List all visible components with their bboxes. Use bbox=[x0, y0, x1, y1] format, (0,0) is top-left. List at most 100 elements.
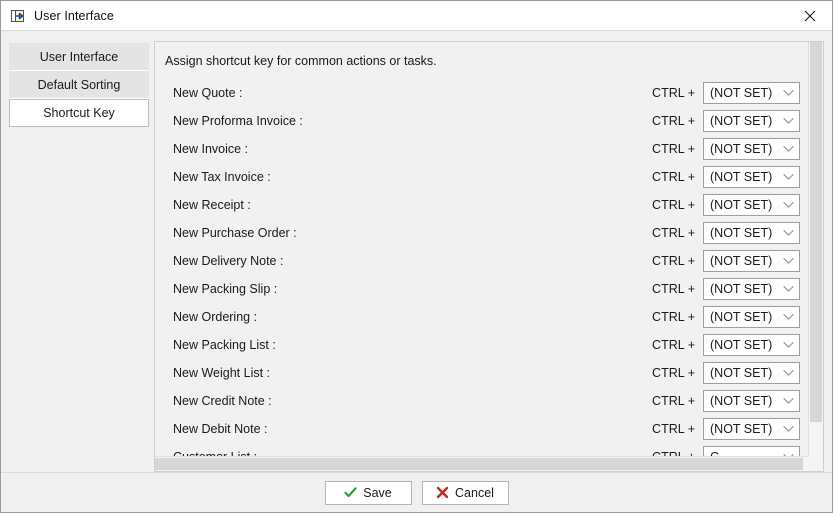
shortcut-key-select[interactable]: (NOT SET) bbox=[703, 222, 800, 244]
shortcut-key-select-value: (NOT SET) bbox=[710, 170, 773, 184]
modifier-label: CTRL + bbox=[652, 338, 695, 352]
shortcut-row-control: CTRL + (NOT SET) bbox=[652, 334, 800, 356]
modifier-label: CTRL + bbox=[652, 310, 695, 324]
chevron-down-icon bbox=[781, 229, 795, 237]
dialog-body: User Interface Default Sorting Shortcut … bbox=[1, 31, 832, 472]
shortcut-key-select[interactable]: (NOT SET) bbox=[703, 278, 800, 300]
shortcut-key-select-value: (NOT SET) bbox=[710, 310, 773, 324]
shortcut-key-select[interactable]: (NOT SET) bbox=[703, 138, 800, 160]
sidebar-item-user-interface[interactable]: User Interface bbox=[9, 43, 149, 71]
sidebar-item-shortcut-key[interactable]: Shortcut Key bbox=[9, 99, 149, 127]
shortcut-key-select[interactable]: (NOT SET) bbox=[703, 418, 800, 440]
shortcut-row-control: CTRL + (NOT SET) bbox=[652, 138, 800, 160]
shortcut-key-select[interactable]: (NOT SET) bbox=[703, 194, 800, 216]
modifier-label: CTRL + bbox=[652, 366, 695, 380]
window-title: User Interface bbox=[34, 8, 114, 23]
shortcut-row-label: New Quote : bbox=[173, 86, 243, 100]
sidebar-tabs: User Interface Default Sorting Shortcut … bbox=[9, 41, 149, 472]
save-button-label: Save bbox=[363, 485, 392, 500]
dialog-footer: Save Cancel bbox=[1, 472, 832, 512]
shortcut-key-select-value: (NOT SET) bbox=[710, 282, 773, 296]
shortcut-row-control: CTRL + (NOT SET) bbox=[652, 166, 800, 188]
shortcut-row: New Weight List : CTRL + (NOT SET) bbox=[155, 359, 808, 387]
shortcut-row-control: CTRL + (NOT SET) bbox=[652, 362, 800, 384]
save-button[interactable]: Save bbox=[324, 480, 412, 505]
shortcut-row: New Packing Slip : CTRL + (NOT SET) bbox=[155, 275, 808, 303]
shortcut-row: New Delivery Note : CTRL + (NOT SET) bbox=[155, 247, 808, 275]
shortcut-row-label: New Credit Note : bbox=[173, 394, 272, 408]
chevron-down-icon bbox=[781, 425, 795, 433]
cancel-button[interactable]: Cancel bbox=[421, 480, 509, 505]
shortcut-row: New Receipt : CTRL + (NOT SET) bbox=[155, 191, 808, 219]
shortcut-key-select[interactable]: (NOT SET) bbox=[703, 334, 800, 356]
shortcut-row-control: CTRL + (NOT SET) bbox=[652, 306, 800, 328]
chevron-down-icon bbox=[781, 201, 795, 209]
modifier-label: CTRL + bbox=[652, 422, 695, 436]
shortcut-rows: New Quote : CTRL + (NOT SET) New Proforma I… bbox=[155, 68, 808, 456]
shortcut-key-select[interactable]: (NOT SET) bbox=[703, 110, 800, 132]
modifier-label: CTRL + bbox=[652, 226, 695, 240]
user-interface-dialog: User Interface User Interface Default So… bbox=[0, 0, 833, 513]
modifier-label: CTRL + bbox=[652, 86, 695, 100]
chevron-down-icon bbox=[781, 397, 795, 405]
shortcut-key-select[interactable]: C bbox=[703, 446, 800, 456]
modifier-label: CTRL + bbox=[652, 114, 695, 128]
chevron-down-icon bbox=[781, 341, 795, 349]
chevron-down-icon bbox=[781, 257, 795, 265]
shortcut-row-control: CTRL + (NOT SET) bbox=[652, 250, 800, 272]
shortcut-row-label: New Weight List : bbox=[173, 366, 271, 380]
shortcut-key-select-value: (NOT SET) bbox=[710, 226, 773, 240]
chevron-down-icon bbox=[781, 313, 795, 321]
shortcut-key-select[interactable]: (NOT SET) bbox=[703, 390, 800, 412]
shortcut-key-select-value: (NOT SET) bbox=[710, 394, 773, 408]
shortcut-key-select-value: (NOT SET) bbox=[710, 114, 773, 128]
cancel-button-label: Cancel bbox=[455, 485, 494, 500]
shortcut-row: New Quote : CTRL + (NOT SET) bbox=[155, 79, 808, 107]
sidebar-item-label: Default Sorting bbox=[37, 78, 121, 92]
shortcut-key-select-value: (NOT SET) bbox=[710, 338, 773, 352]
shortcut-key-select-value: (NOT SET) bbox=[710, 366, 773, 380]
modifier-label: CTRL + bbox=[652, 142, 695, 156]
vertical-scrollbar-thumb[interactable] bbox=[810, 42, 822, 422]
shortcut-row-label: New Invoice : bbox=[173, 142, 249, 156]
panel-content: Assign shortcut key for common actions o… bbox=[155, 42, 808, 456]
shortcut-row-label: New Ordering : bbox=[173, 310, 258, 324]
sidebar-item-default-sorting[interactable]: Default Sorting bbox=[9, 71, 149, 99]
sidebar-item-label: Shortcut Key bbox=[43, 106, 115, 120]
shortcut-key-select[interactable]: (NOT SET) bbox=[703, 82, 800, 104]
shortcut-row-label: New Purchase Order : bbox=[173, 226, 297, 240]
shortcut-row-control: CTRL + (NOT SET) bbox=[652, 390, 800, 412]
shortcut-row-control: CTRL + (NOT SET) bbox=[652, 222, 800, 244]
shortcut-key-select-value: (NOT SET) bbox=[710, 198, 773, 212]
shortcut-row: New Invoice : CTRL + (NOT SET) bbox=[155, 135, 808, 163]
modifier-label: CTRL + bbox=[652, 394, 695, 408]
chevron-down-icon bbox=[781, 173, 795, 181]
modifier-label: CTRL + bbox=[652, 170, 695, 184]
shortcut-row-label: New Packing Slip : bbox=[173, 282, 278, 296]
modifier-label: CTRL + bbox=[652, 282, 695, 296]
vertical-scrollbar[interactable] bbox=[808, 42, 823, 456]
shortcut-row: New Tax Invoice : CTRL + (NOT SET) bbox=[155, 163, 808, 191]
shortcut-key-select-value: (NOT SET) bbox=[710, 422, 773, 436]
close-icon[interactable] bbox=[788, 1, 832, 30]
chevron-down-icon bbox=[781, 285, 795, 293]
shortcut-row-label: New Packing List : bbox=[173, 338, 276, 352]
horizontal-scrollbar-thumb[interactable] bbox=[155, 458, 803, 470]
shortcut-key-select-value: (NOT SET) bbox=[710, 254, 773, 268]
scrollbar-corner bbox=[808, 456, 823, 471]
chevron-down-icon bbox=[781, 89, 795, 97]
shortcut-row: New Ordering : CTRL + (NOT SET) bbox=[155, 303, 808, 331]
shortcut-key-select[interactable]: (NOT SET) bbox=[703, 250, 800, 272]
chevron-down-icon bbox=[781, 117, 795, 125]
panel-scroll-area: Assign shortcut key for common actions o… bbox=[155, 42, 823, 456]
chevron-down-icon bbox=[781, 145, 795, 153]
open-window-arrow-icon bbox=[10, 8, 26, 24]
shortcut-row-control: CTRL +C bbox=[652, 446, 800, 456]
shortcut-key-select[interactable]: (NOT SET) bbox=[703, 166, 800, 188]
shortcut-row-label: New Delivery Note : bbox=[173, 254, 284, 268]
shortcut-key-select[interactable]: (NOT SET) bbox=[703, 362, 800, 384]
shortcut-row: Customer List :CTRL +C bbox=[155, 443, 808, 456]
horizontal-scrollbar[interactable] bbox=[155, 456, 823, 471]
shortcut-key-select[interactable]: (NOT SET) bbox=[703, 306, 800, 328]
modifier-label: CTRL + bbox=[652, 254, 695, 268]
